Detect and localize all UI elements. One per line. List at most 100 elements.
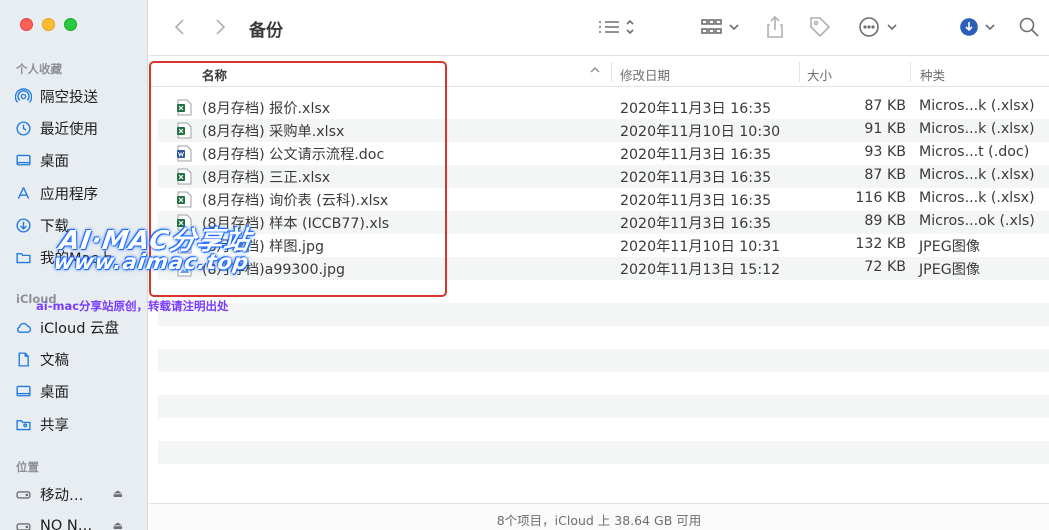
eject-icon[interactable]: ⏏: [113, 487, 123, 500]
chevron-left-icon: [174, 19, 184, 35]
sidebar-item-label: 最近使用: [40, 121, 98, 138]
cloud-icon: [14, 318, 32, 336]
search-icon: [1019, 17, 1039, 37]
ellipsis-circle-icon: [859, 17, 897, 37]
file-kind: Micros...k (.xlsx): [919, 190, 1035, 206]
file-size: 132 KB: [855, 236, 906, 252]
document-icon: [14, 350, 32, 368]
list-view-button[interactable]: [595, 14, 639, 40]
file-size: 72 KB: [864, 259, 906, 275]
column-header-modified[interactable]: 修改日期: [620, 65, 670, 84]
file-kind: Micros...ok (.xls): [919, 213, 1035, 229]
file-kind: Micros...k (.xlsx): [919, 167, 1035, 183]
shared-folder-icon: [14, 415, 32, 433]
close-window-button[interactable]: [20, 18, 33, 31]
sidebar-item-icloud-desktop[interactable]: 桌面: [14, 378, 144, 404]
status-bar: 8个项目，iCloud 上 38.64 GB 可用: [149, 503, 1049, 530]
empty-row-stripe: [158, 303, 1049, 326]
chevron-up-icon: [590, 66, 600, 73]
list-view-icon: [599, 19, 634, 35]
column-header-size[interactable]: 大小: [807, 65, 832, 84]
file-date: 2020年11月10日 10:30: [620, 124, 781, 140]
sidebar-item-label: NO N…: [40, 518, 93, 530]
share-button[interactable]: [763, 14, 787, 40]
sidebar-item-label: 桌面: [40, 153, 69, 170]
file-date: 2020年11月3日 16:35: [620, 193, 772, 209]
empty-row-stripe: [158, 372, 1049, 395]
drive-icon: [14, 485, 32, 503]
tag-button[interactable]: [807, 14, 833, 40]
empty-row-stripe: [158, 464, 1049, 487]
more-actions-button[interactable]: [857, 14, 901, 40]
file-size: 87 KB: [864, 167, 906, 183]
desktop-icon: [14, 151, 32, 169]
column-divider[interactable]: [799, 62, 800, 82]
chevron-right-icon: [216, 19, 226, 35]
file-date: 2020年11月3日 16:35: [620, 170, 772, 186]
file-kind: Micros...t (.doc): [919, 144, 1030, 160]
file-kind: Micros...k (.xlsx): [919, 98, 1035, 114]
sidebar-item-airdrop[interactable]: 隔空投送: [14, 83, 144, 109]
file-date: 2020年11月13日 15:12: [620, 262, 781, 278]
toolbar: 备份: [149, 0, 1049, 56]
drive-icon: [14, 517, 32, 530]
search-button[interactable]: [1017, 14, 1041, 40]
sidebar-item-label: 应用程序: [40, 186, 98, 203]
download-status-button[interactable]: [957, 14, 1001, 40]
sidebar-item-documents[interactable]: 文稿: [14, 346, 144, 372]
file-kind: Micros...k (.xlsx): [919, 121, 1035, 137]
window-title: 备份: [249, 21, 283, 41]
applications-icon: [14, 184, 32, 202]
sidebar-item-label: 文稿: [40, 352, 69, 369]
eject-icon[interactable]: ⏏: [113, 519, 123, 530]
empty-row-stripe: [158, 395, 1049, 418]
sidebar-item-label: 共享: [40, 417, 69, 434]
file-kind: JPEG图像: [919, 239, 981, 255]
airdrop-icon: [14, 87, 32, 105]
empty-row-stripe: [158, 349, 1049, 372]
forward-button[interactable]: [209, 14, 231, 40]
share-icon: [767, 15, 783, 38]
sidebar-item-applications[interactable]: 应用程序: [14, 180, 144, 206]
folder-icon: [14, 248, 32, 266]
file-date: 2020年11月3日 16:35: [620, 101, 772, 117]
file-size: 87 KB: [864, 98, 906, 114]
back-button[interactable]: [169, 14, 191, 40]
column-divider[interactable]: [910, 62, 911, 82]
file-size: 93 KB: [864, 144, 906, 160]
empty-row-stripe: [158, 441, 1049, 464]
clock-icon: [14, 119, 32, 137]
sidebar-item-recents[interactable]: 最近使用: [14, 115, 144, 141]
tag-icon: [810, 17, 831, 38]
minimize-window-button[interactable]: [42, 18, 55, 31]
favorites-header: 个人收藏: [16, 62, 62, 76]
download-status-icon: [960, 18, 995, 36]
grid-icon: [701, 19, 739, 34]
empty-row-stripe: [158, 326, 1049, 349]
sidebar-item-label: iCloud 云盘: [40, 320, 120, 337]
file-size: 116 KB: [855, 190, 906, 206]
file-date: 2020年11月3日 16:35: [620, 147, 772, 163]
group-button[interactable]: [699, 14, 743, 40]
file-kind: JPEG图像: [919, 262, 981, 278]
file-size: 91 KB: [864, 121, 906, 137]
column-divider[interactable]: [611, 62, 612, 82]
locations-header: 位置: [16, 460, 39, 474]
sidebar-item-removable-drive[interactable]: 移动…: [14, 481, 144, 507]
sidebar-item-icloud-drive[interactable]: iCloud 云盘: [14, 314, 144, 340]
empty-row-stripe: [158, 418, 1049, 441]
download-icon: [14, 216, 32, 234]
watermark-url: www.aimac.top: [52, 250, 251, 274]
window-controls: [20, 18, 77, 31]
zoom-window-button[interactable]: [64, 18, 77, 31]
file-date: 2020年11月3日 16:35: [620, 216, 772, 232]
sidebar-item-label: 隔空投送: [40, 89, 98, 106]
sidebar-item-desktop[interactable]: 桌面: [14, 147, 144, 173]
file-date: 2020年11月10日 10:31: [620, 239, 781, 255]
desktop-icon: [14, 382, 32, 400]
sidebar-item-no-name-drive[interactable]: NO N…: [14, 513, 144, 530]
sidebar-item-shared[interactable]: 共享: [14, 411, 144, 437]
sidebar-item-label: 桌面: [40, 384, 69, 401]
file-size: 89 KB: [864, 213, 906, 229]
column-header-kind[interactable]: 种类: [920, 65, 945, 84]
